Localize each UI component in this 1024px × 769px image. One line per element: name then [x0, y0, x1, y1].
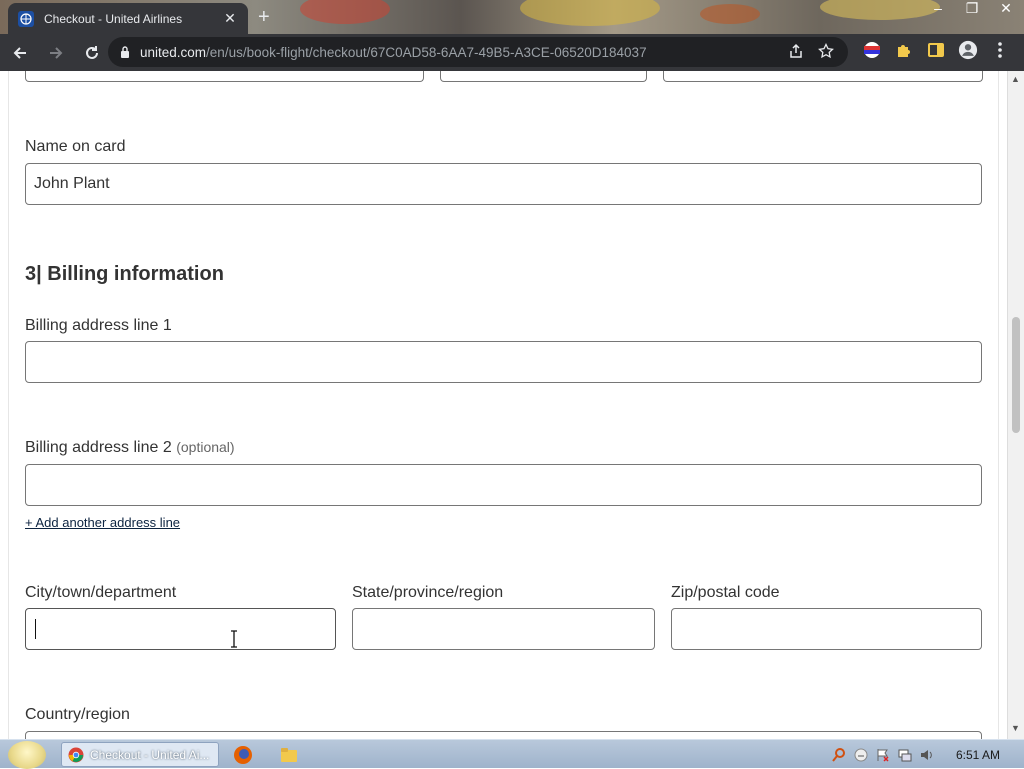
extension-icons — [862, 40, 1010, 60]
address-line-2-label-text: Billing address line 2 — [25, 439, 172, 456]
united-globe-icon — [18, 10, 34, 27]
address-bar[interactable]: united.com/en/us/book-flight/checkout/67… — [108, 37, 848, 67]
forward-button[interactable] — [40, 37, 72, 69]
card-number-input-partial[interactable] — [25, 71, 424, 82]
wallpaper-decoration — [700, 4, 760, 24]
name-on-card-value: John Plant — [34, 175, 110, 192]
profile-avatar-icon[interactable] — [958, 40, 978, 60]
volume-icon[interactable] — [920, 748, 934, 762]
zip-input[interactable] — [671, 608, 982, 650]
city-input[interactable] — [25, 608, 336, 650]
wallpaper-decoration — [820, 0, 940, 20]
forward-arrow-icon — [50, 46, 63, 59]
billing-section-heading: 3| Billing information — [25, 263, 224, 285]
scroll-thumb[interactable] — [1012, 317, 1020, 433]
scroll-up-icon[interactable]: ▲ — [1011, 74, 1020, 84]
url-path: /en/us/book-flight/checkout/67C0AD58-6AA… — [206, 44, 647, 60]
lock-icon — [121, 46, 129, 58]
expiration-input-partial[interactable] — [440, 71, 647, 82]
ibeam-cursor-icon — [231, 630, 237, 648]
security-code-input-partial[interactable] — [663, 71, 983, 82]
wallpaper-decoration — [520, 0, 660, 26]
file-explorer-icon[interactable] — [279, 745, 299, 765]
address-line-1-label: Billing address line 1 — [25, 317, 172, 334]
taskbar-window-title: Checkout - United Ai... — [90, 747, 210, 762]
browser-tab-active[interactable]: Checkout - United Airlines ✕ — [8, 3, 248, 34]
firefox-icon[interactable] — [233, 745, 253, 765]
back-button[interactable] — [4, 37, 36, 69]
page-scrollbar[interactable]: ▲ ▼ — [1008, 71, 1024, 739]
url-text: united.com/en/us/book-flight/checkout/67… — [140, 45, 647, 60]
name-on-card-input[interactable]: John Plant — [25, 163, 982, 205]
url-host: united.com — [140, 44, 207, 60]
menu-kebab-icon[interactable] — [990, 40, 1010, 60]
minimize-icon[interactable]: – — [928, 0, 948, 17]
extensions-puzzle-icon[interactable] — [894, 40, 914, 60]
window-controls: – ❐ ✕ — [928, 0, 1016, 17]
close-tab-icon[interactable]: ✕ — [222, 10, 238, 27]
country-select-partial[interactable] — [25, 731, 982, 739]
reload-button[interactable] — [76, 37, 108, 69]
address-line-1-input[interactable] — [25, 341, 982, 383]
page-viewport: Name on card John Plant 3| Billing infor… — [0, 71, 1008, 739]
browser-tab-strip: Checkout - United Airlines ✕ + – ❐ ✕ — [0, 0, 1024, 34]
os-taskbar: Checkout - United Ai... 6:51 AM — [0, 739, 1024, 769]
side-panel-icon[interactable] — [926, 40, 946, 60]
bookmark-star-icon[interactable] — [818, 43, 834, 59]
reload-icon — [86, 45, 98, 59]
system-tray: 6:51 AM — [832, 740, 1024, 769]
search-key-icon[interactable] — [832, 747, 846, 762]
optional-tag: (optional) — [176, 439, 235, 455]
text-caret — [35, 619, 36, 639]
wallpaper-decoration — [300, 0, 390, 24]
address-line-2-label: Billing address line 2 (optional) — [25, 439, 235, 457]
tab-title: Checkout - United Airlines — [44, 11, 183, 26]
scroll-down-icon[interactable]: ▼ — [1011, 723, 1020, 733]
close-window-icon[interactable]: ✕ — [996, 0, 1016, 17]
share-icon[interactable] — [788, 43, 804, 59]
taskbar-chrome-window[interactable]: Checkout - United Ai... — [61, 742, 219, 767]
name-on-card-label: Name on card — [25, 138, 126, 155]
network-icon[interactable] — [898, 748, 912, 762]
country-label: Country/region — [25, 706, 130, 723]
zip-label: Zip/postal code — [671, 584, 780, 601]
add-address-line-link[interactable]: + Add another address line — [25, 515, 180, 530]
emoji-tray-icon[interactable] — [854, 748, 868, 762]
back-arrow-icon — [13, 46, 26, 59]
action-center-flag-icon[interactable] — [876, 748, 890, 762]
new-tab-button[interactable]: + — [258, 6, 270, 29]
chrome-icon — [68, 747, 84, 762]
state-label: State/province/region — [352, 584, 504, 601]
city-label: City/town/department — [25, 584, 177, 601]
taskbar-clock[interactable]: 6:51 AM — [956, 748, 1000, 762]
flag-extension-icon[interactable] — [862, 40, 882, 60]
restore-icon[interactable]: ❐ — [962, 0, 982, 17]
start-button[interactable] — [8, 741, 46, 769]
state-input[interactable] — [352, 608, 655, 650]
address-line-2-input[interactable] — [25, 464, 982, 506]
